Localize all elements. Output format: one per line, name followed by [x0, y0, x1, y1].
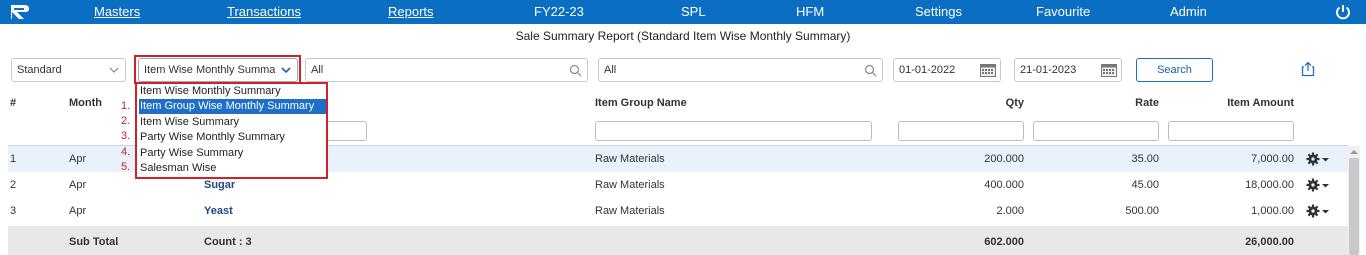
row-item-group: Raw Materials	[595, 179, 665, 191]
subtotal-row: Sub Total Count : 3 602.000 26,000.00	[8, 226, 1348, 255]
gear-dropdown-icon[interactable]	[1306, 177, 1330, 193]
nav-masters[interactable]: Masters	[94, 4, 140, 19]
from-date-input[interactable]: 01-01-2022	[893, 58, 1001, 82]
chevron-down-icon	[109, 67, 119, 73]
to-date-value: 21-01-2023	[1020, 64, 1077, 76]
row-month: Apr	[69, 179, 87, 191]
nav-fy22-23[interactable]: FY22-23	[534, 4, 584, 19]
subtotal-label: Sub Total	[69, 236, 119, 248]
filter-rate-input[interactable]	[1033, 121, 1159, 141]
from-date-value: 01-01-2022	[899, 64, 956, 76]
gear-dropdown-icon[interactable]	[1306, 203, 1330, 219]
filter-amount-input[interactable]	[1168, 121, 1294, 141]
filter-input-1-value: All	[311, 64, 324, 76]
row-month: Apr	[69, 153, 87, 165]
filter-qty-input[interactable]	[898, 121, 1024, 141]
column-header-item-group[interactable]: Item Group Name	[595, 97, 687, 109]
nav-hfm[interactable]: HFM	[796, 4, 824, 19]
row-rate: 500.00	[1125, 205, 1159, 217]
subtotal-count: Count : 3	[204, 236, 252, 248]
export-share-icon[interactable]	[1300, 61, 1316, 77]
nav-admin[interactable]: Admin	[1170, 4, 1207, 19]
filter-input-2-value: All	[604, 64, 617, 76]
scrollbar-thumb[interactable]	[1349, 158, 1359, 255]
row-number: 1	[10, 153, 17, 165]
row-item-link[interactable]: Yeast	[204, 205, 233, 217]
row-rate: 35.00	[1131, 153, 1159, 165]
annotation-number-2: 2.	[121, 115, 131, 127]
row-qty: 400.000	[984, 179, 1024, 191]
row-qty: 2.000	[996, 205, 1024, 217]
annotation-number-5: 5.	[121, 161, 131, 173]
option-item-wise-summary[interactable]: Item Wise Summary	[139, 115, 239, 130]
calendar-icon[interactable]	[980, 64, 996, 77]
scroll-up-arrow-icon[interactable]	[1350, 148, 1358, 156]
gear-dropdown-icon[interactable]	[1306, 151, 1330, 167]
subtotal-amount: 26,000.00	[1245, 236, 1294, 248]
filter-input-1[interactable]: All	[305, 58, 588, 82]
summary-select-highlight-box	[134, 55, 301, 84]
power-icon[interactable]	[1334, 3, 1352, 21]
column-header-rate[interactable]: Rate	[1059, 97, 1159, 109]
row-number: 2	[10, 179, 17, 191]
search-button[interactable]: Search	[1136, 58, 1213, 82]
row-amount: 7,000.00	[1251, 153, 1294, 165]
nav-transactions[interactable]: Transactions	[227, 4, 301, 19]
page-title: Sale Summary Report (Standard Item Wise …	[515, 29, 851, 43]
row-amount: 18,000.00	[1245, 179, 1294, 191]
column-header-number: #	[10, 97, 17, 109]
annotation-number-4: 4.	[121, 146, 131, 158]
filter-item-group-input[interactable]	[595, 121, 872, 141]
filter-input-2[interactable]: All	[598, 58, 883, 82]
report-type-select[interactable]: Standard	[11, 58, 126, 82]
option-item-group-wise-monthly-summary[interactable]: Item Group Wise Monthly Summary	[139, 99, 326, 114]
to-date-input[interactable]: 21-01-2023	[1014, 58, 1122, 82]
row-item-group: Raw Materials	[595, 153, 665, 165]
option-salesman-wise[interactable]: Salesman Wise	[139, 161, 216, 176]
option-party-wise-summary[interactable]: Party Wise Summary	[139, 146, 243, 161]
nav-favourite[interactable]: Favourite	[1036, 4, 1090, 19]
row-amount: 1,000.00	[1251, 205, 1294, 217]
annotation-number-3: 3.	[121, 130, 131, 142]
row-item-link[interactable]: Sugar	[204, 179, 235, 191]
report-type-value: Standard	[17, 64, 62, 76]
option-item-wise-monthly-summary[interactable]: Item Wise Monthly Summary	[139, 84, 281, 99]
row-number: 3	[10, 205, 17, 217]
top-navbar: Masters Transactions Reports FY22-23 SPL…	[0, 0, 1366, 24]
app-logo-icon[interactable]	[8, 3, 32, 21]
summary-type-dropdown-list: Item Wise Monthly Summary Item Group Wis…	[135, 82, 328, 179]
row-qty: 200.000	[984, 153, 1024, 165]
column-header-item-amount[interactable]: Item Amount	[1194, 97, 1294, 109]
search-icon	[569, 64, 582, 77]
nav-reports[interactable]: Reports	[388, 4, 434, 19]
annotation-number-1: 1.	[121, 100, 131, 112]
row-month: Apr	[69, 205, 87, 217]
column-header-month[interactable]: Month	[69, 97, 102, 109]
nav-settings[interactable]: Settings	[915, 4, 962, 19]
search-icon	[864, 64, 877, 77]
row-item-group: Raw Materials	[595, 205, 665, 217]
nav-spl[interactable]: SPL	[681, 4, 706, 19]
row-rate: 45.00	[1131, 179, 1159, 191]
subtotal-qty: 602.000	[984, 236, 1024, 248]
option-party-wise-monthly-summary[interactable]: Party Wise Monthly Summary	[139, 130, 285, 145]
column-header-qty[interactable]: Qty	[924, 97, 1024, 109]
table-row[interactable]: 3 Apr Yeast Raw Materials 2.000 500.00 1…	[8, 198, 1348, 224]
calendar-icon[interactable]	[1101, 64, 1117, 77]
